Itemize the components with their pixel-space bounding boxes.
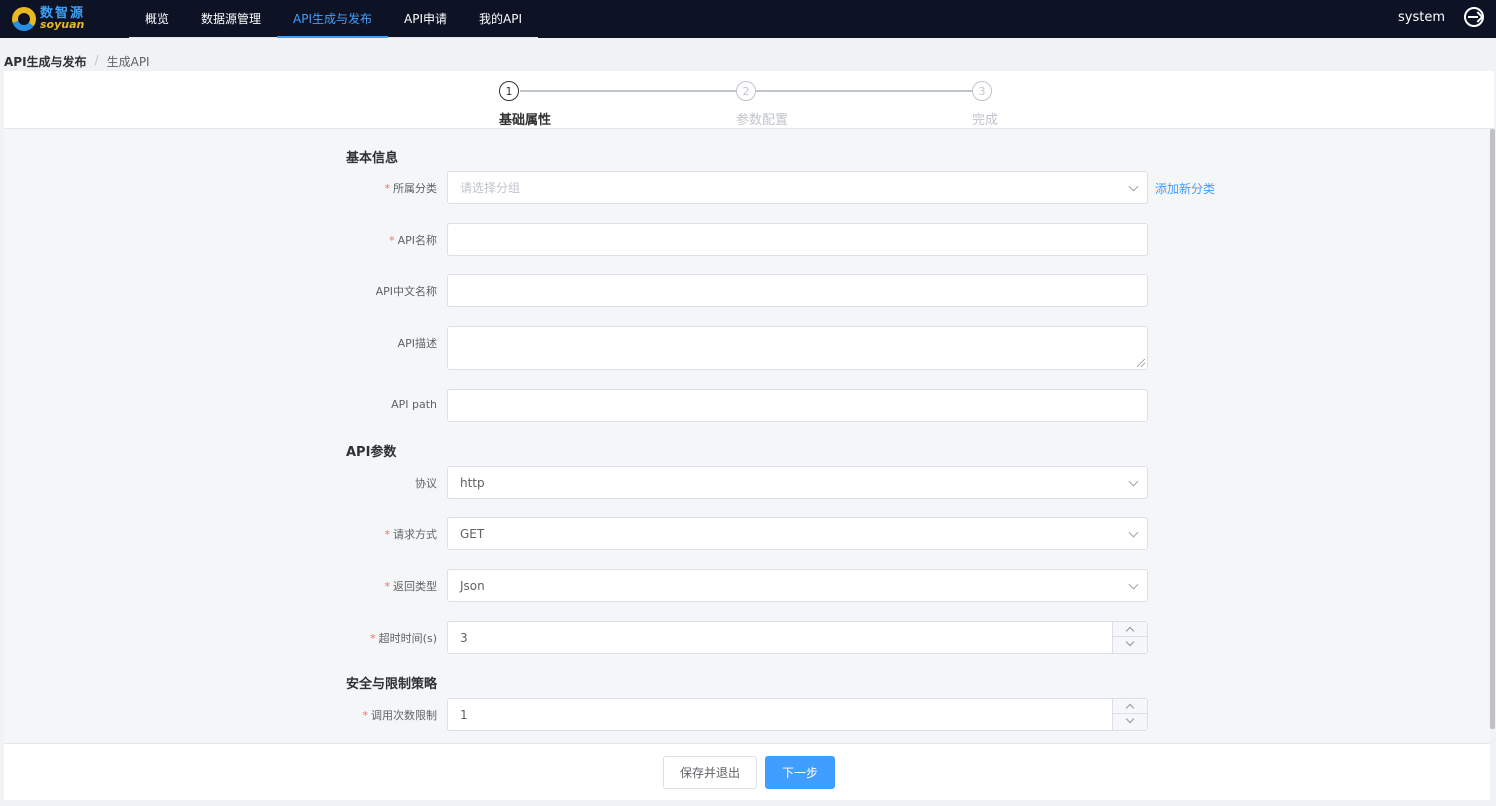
call-limit-stepper (1112, 699, 1147, 730)
category-select[interactable]: 请选择分组 (447, 171, 1148, 204)
chevron-down-icon (1128, 579, 1139, 590)
step-1-label: 基础属性 (499, 113, 552, 128)
step-2-label: 参数配置 (736, 113, 789, 128)
decrement-icon[interactable] (1113, 637, 1147, 652)
step-connector (756, 90, 976, 92)
required-mark: * (384, 182, 391, 195)
nav-item-api-apply[interactable]: API申请 (388, 0, 464, 38)
nav-item-datasource[interactable]: 数据源管理 (185, 0, 278, 38)
api-path-label: API path (391, 398, 437, 411)
chevron-down-icon (1128, 527, 1139, 538)
step-2-circle: 2 (736, 81, 756, 101)
logo-icon (12, 7, 36, 31)
required-mark: * (389, 234, 395, 247)
step-3-circle: 3 (972, 81, 992, 101)
next-step-button[interactable]: 下一步 (765, 756, 835, 789)
resize-handle-icon[interactable] (1137, 359, 1145, 367)
increment-icon[interactable] (1113, 622, 1147, 637)
return-type-value: Json (460, 578, 485, 593)
timeout-label-text: 超时时间(s) (378, 632, 437, 645)
top-navbar: 数智源 soyuan 概览 数据源管理 API生成与发布 API申请 我的API… (0, 0, 1496, 38)
api-cn-name-label: API中文名称 (375, 285, 437, 298)
chevron-down-icon (1128, 476, 1139, 487)
method-label: * 请求方式 (307, 526, 438, 542)
increment-icon[interactable] (1113, 699, 1147, 714)
breadcrumb-current: 生成API (106, 55, 150, 69)
decrement-icon[interactable] (1113, 714, 1147, 729)
protocol-select[interactable]: http (447, 466, 1148, 499)
api-name-label: * API名称 (307, 232, 437, 248)
method-value: GET (460, 526, 485, 541)
nav-item-my-api[interactable]: 我的API (463, 0, 539, 38)
section-basic-title: 基本信息 (346, 151, 399, 166)
form-footer: 保存并退出 下一步 (4, 743, 1490, 800)
category-placeholder: 请选择分组 (460, 181, 521, 195)
required-mark: * (384, 528, 391, 541)
api-cn-name-input[interactable] (447, 274, 1148, 307)
required-mark: * (370, 632, 376, 645)
breadcrumb-separator: / (94, 53, 99, 67)
api-name-input[interactable] (447, 223, 1148, 256)
protocol-label: 协议 (415, 477, 437, 490)
add-category-link[interactable]: 添加新分类 (1155, 180, 1215, 197)
section-security-title: 安全与限制策略 (346, 677, 438, 692)
logo[interactable]: 数智源 soyuan (12, 5, 85, 33)
api-path-input[interactable] (447, 389, 1148, 422)
scrollbar[interactable] (1490, 129, 1495, 729)
step-3-label: 完成 (972, 113, 999, 128)
logo-en: soyuan (40, 18, 85, 31)
breadcrumb: API生成与发布 / 生成API (4, 53, 150, 70)
nav-item-overview[interactable]: 概览 (129, 0, 186, 38)
call-limit-label-text: 调用次数限制 (371, 709, 437, 722)
required-mark: * (384, 580, 391, 593)
protocol-value: http (460, 475, 485, 490)
api-desc-label: API描述 (397, 337, 437, 350)
logout-icon[interactable] (1464, 7, 1484, 27)
return-type-label-text: 返回类型 (393, 580, 437, 593)
return-type-label: * 返回类型 (307, 578, 438, 594)
api-desc-textarea[interactable] (447, 326, 1148, 370)
main-nav: 概览 数据源管理 API生成与发布 API申请 我的API (129, 0, 539, 38)
step-1-circle: 1 (499, 81, 519, 101)
api-name-label-text: API名称 (397, 234, 437, 247)
breadcrumb-parent[interactable]: API生成与发布 (4, 53, 87, 70)
timeout-value: 3 (460, 630, 468, 645)
chevron-down-icon (1128, 181, 1139, 192)
call-limit-input[interactable]: 1 (447, 698, 1148, 731)
timeout-input[interactable]: 3 (447, 621, 1148, 654)
method-label-text: 请求方式 (393, 528, 437, 541)
timeout-label: * 超时时间(s) (307, 630, 437, 646)
nav-item-api-publish[interactable]: API生成与发布 (277, 0, 389, 38)
timeout-stepper (1112, 622, 1147, 653)
logo-text: 数智源 soyuan (40, 7, 85, 31)
category-label-text: 所属分类 (393, 182, 437, 195)
call-limit-value: 1 (460, 707, 468, 722)
section-params-title: API参数 (346, 445, 397, 460)
user-name[interactable]: system (1398, 10, 1445, 25)
call-limit-label: * 调用次数限制 (307, 707, 438, 723)
steps-bar: 1 2 3 基础属性 参数配置 完成 (4, 71, 1494, 129)
return-type-select[interactable]: Json (447, 569, 1148, 602)
save-exit-button[interactable]: 保存并退出 (663, 756, 757, 789)
category-label: * 所属分类 (307, 180, 438, 196)
method-select[interactable]: GET (447, 517, 1148, 550)
step-connector (520, 90, 740, 92)
required-mark: * (362, 709, 369, 722)
